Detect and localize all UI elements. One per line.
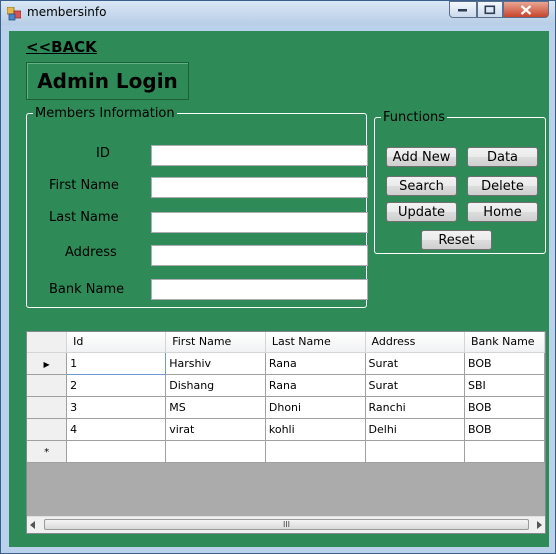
members-table: Id First Name Last Name Address Bank Nam…	[27, 332, 545, 463]
form-client-area: <<BACK Admin Login Members Information I…	[9, 31, 549, 547]
table-row[interactable]: ▶ 1 Harshiv Rana Surat BOB	[27, 351, 545, 375]
cell-address[interactable]: Delhi	[365, 418, 466, 441]
row-header[interactable]	[27, 418, 68, 441]
row-header[interactable]	[27, 396, 68, 419]
close-button[interactable]	[503, 1, 549, 18]
delete-button[interactable]: Delete	[467, 176, 538, 196]
cell-address[interactable]: Ranchi	[365, 396, 466, 419]
table-row[interactable]: 3 MS Dhoni Ranchi BOB	[27, 396, 545, 419]
new-row-asterisk-icon: *	[44, 446, 50, 458]
scroll-left-icon[interactable]	[29, 521, 37, 529]
cell-id[interactable]: 2	[66, 374, 167, 397]
column-header-last-name[interactable]: Last Name	[265, 332, 366, 353]
scroll-right-icon[interactable]	[535, 521, 543, 529]
minimize-icon	[458, 8, 467, 11]
id-label: ID	[96, 146, 110, 161]
cell-first-name[interactable]: MS	[165, 396, 266, 419]
functions-group-legend: Functions	[383, 110, 446, 125]
window-title: membersinfo	[27, 5, 107, 19]
first-name-label: First Name	[49, 178, 119, 193]
search-button[interactable]: Search	[386, 176, 457, 196]
app-icon	[6, 6, 22, 21]
table-row[interactable]: 4 virat kohli Delhi BOB	[27, 418, 545, 441]
members-data-grid[interactable]: Id First Name Last Name Address Bank Nam…	[26, 331, 546, 534]
reset-button[interactable]: Reset	[421, 230, 492, 250]
app-window: membersinfo <<BACK Admin Login Members I…	[0, 0, 556, 554]
scrollbar-grip-icon: III	[282, 520, 291, 529]
maximize-button[interactable]	[477, 1, 503, 18]
cell-address[interactable]: Surat	[365, 374, 466, 397]
new-row[interactable]: *	[27, 440, 545, 463]
update-button[interactable]: Update	[386, 202, 457, 222]
bank-name-field[interactable]	[151, 279, 368, 300]
new-cell-address[interactable]	[365, 440, 466, 463]
cell-last-name[interactable]: Dhoni	[265, 396, 366, 419]
column-header-id[interactable]: Id	[66, 332, 167, 353]
id-field[interactable]	[151, 145, 368, 166]
cell-id[interactable]: 4	[66, 418, 167, 441]
minimize-button[interactable]	[449, 1, 477, 18]
last-name-field[interactable]	[151, 212, 368, 233]
cell-last-name[interactable]: Rana	[265, 374, 366, 397]
members-group-legend: Members Information	[35, 106, 175, 121]
cell-address[interactable]: Surat	[365, 352, 466, 375]
close-icon	[520, 4, 532, 15]
cell-last-name[interactable]: Rana	[265, 352, 366, 375]
new-cell-last-name[interactable]	[265, 440, 366, 463]
row-header-new[interactable]: *	[27, 440, 68, 463]
functions-group: Functions Add New Data Search Delete Upd…	[374, 110, 546, 254]
cell-last-name[interactable]: kohli	[265, 418, 366, 441]
cell-bank-name[interactable]: BOB	[464, 396, 545, 419]
first-name-field[interactable]	[151, 177, 368, 198]
current-row-arrow-icon: ▶	[43, 359, 50, 369]
data-button[interactable]: Data	[467, 147, 538, 167]
cell-id[interactable]: 3	[66, 396, 167, 419]
add-new-button[interactable]: Add New	[386, 147, 457, 167]
last-name-label: Last Name	[49, 210, 119, 225]
cell-id[interactable]: 1	[66, 351, 167, 375]
title-bar[interactable]: membersinfo	[1, 1, 555, 25]
cell-bank-name[interactable]: BOB	[464, 352, 545, 375]
table-header-row: Id First Name Last Name Address Bank Nam…	[27, 332, 545, 353]
horizontal-scrollbar[interactable]: III	[27, 516, 545, 533]
back-link[interactable]: <<BACK	[26, 38, 97, 56]
members-information-group: Members Information ID First Name Last N…	[26, 106, 368, 308]
row-header-current[interactable]: ▶	[27, 352, 68, 375]
cell-bank-name[interactable]: BOB	[464, 418, 545, 441]
new-cell-first-name[interactable]	[165, 440, 266, 463]
column-header-bank-name[interactable]: Bank Name	[464, 332, 545, 353]
home-button[interactable]: Home	[467, 202, 538, 222]
scrollbar-thumb[interactable]: III	[44, 519, 529, 530]
table-row[interactable]: 2 Dishang Rana Surat SBI	[27, 374, 545, 397]
maximize-icon	[484, 5, 496, 14]
bank-name-label: Bank Name	[49, 282, 125, 297]
row-header[interactable]	[27, 374, 68, 397]
cell-first-name[interactable]: Harshiv	[165, 352, 266, 375]
cell-first-name[interactable]: virat	[165, 418, 266, 441]
header-corner[interactable]	[27, 332, 68, 353]
admin-login-heading: Admin Login	[26, 62, 189, 100]
new-cell-bank-name[interactable]	[464, 440, 545, 463]
column-header-first-name[interactable]: First Name	[165, 332, 266, 353]
address-field[interactable]	[151, 245, 368, 266]
new-cell-id[interactable]	[66, 440, 167, 463]
cell-bank-name[interactable]: SBI	[464, 374, 545, 397]
address-label: Address	[65, 245, 117, 260]
column-header-address[interactable]: Address	[365, 332, 466, 353]
cell-first-name[interactable]: Dishang	[165, 374, 266, 397]
